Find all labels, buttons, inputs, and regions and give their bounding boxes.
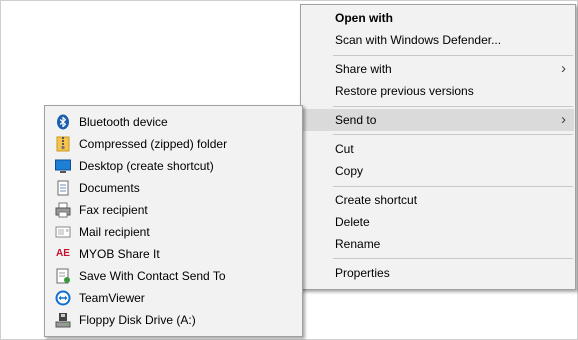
submenu-item-label: MYOB Share It	[79, 247, 160, 261]
menu-item-label: Restore previous versions	[335, 84, 474, 98]
send-to-floppy[interactable]: Floppy Disk Drive (A:)	[46, 309, 301, 331]
menu-separator	[333, 55, 573, 56]
menu-item-label: Copy	[335, 164, 364, 178]
menu-item-label: Share with	[335, 62, 392, 76]
menu-item-share-with[interactable]: Share with ›	[302, 58, 574, 80]
send-to-fax[interactable]: Fax recipient	[46, 199, 301, 221]
menu-item-restore-versions[interactable]: Restore previous versions	[302, 80, 574, 102]
submenu-item-label: Documents	[79, 181, 140, 195]
submenu-item-label: Mail recipient	[79, 225, 150, 239]
submenu-item-label: Bluetooth device	[79, 115, 168, 129]
menu-item-label: Send to	[335, 113, 377, 127]
send-to-bluetooth[interactable]: Bluetooth device	[46, 111, 301, 133]
menu-item-create-shortcut[interactable]: Create shortcut	[302, 189, 574, 211]
send-to-desktop[interactable]: Desktop (create shortcut)	[46, 155, 301, 177]
send-to-submenu: Bluetooth device Compressed (zipped) fol…	[44, 105, 303, 337]
submenu-item-label: Floppy Disk Drive (A:)	[79, 313, 196, 327]
menu-item-delete[interactable]: Delete	[302, 211, 574, 233]
context-menu: Open with Scan with Windows Defender... …	[300, 4, 576, 290]
mail-icon	[55, 226, 71, 238]
menu-item-properties[interactable]: Properties	[302, 262, 574, 284]
menu-item-label: Open with	[335, 11, 393, 25]
menu-separator	[333, 258, 573, 259]
teamviewer-icon	[55, 290, 71, 306]
floppy-drive-icon	[55, 313, 71, 328]
send-to-contact[interactable]: Save With Contact Send To	[46, 265, 301, 287]
menu-item-rename[interactable]: Rename	[302, 233, 574, 255]
bluetooth-icon	[57, 114, 69, 130]
chevron-right-icon: ›	[561, 111, 566, 128]
menu-separator	[333, 186, 573, 187]
send-to-myob[interactable]: AE MYOB Share It	[46, 243, 301, 265]
zip-folder-icon	[56, 136, 70, 152]
documents-icon	[57, 180, 69, 196]
contact-send-icon	[56, 268, 70, 284]
menu-item-label: Cut	[335, 142, 354, 156]
send-to-documents[interactable]: Documents	[46, 177, 301, 199]
myob-icon: AE	[56, 248, 70, 259]
send-to-teamviewer[interactable]: TeamViewer	[46, 287, 301, 309]
menu-item-label: Properties	[335, 266, 390, 280]
menu-item-label: Create shortcut	[335, 193, 418, 207]
submenu-item-label: TeamViewer	[79, 291, 145, 305]
menu-item-label: Rename	[335, 237, 381, 251]
menu-item-send-to[interactable]: Send to ›	[302, 109, 574, 131]
desktop-icon	[55, 159, 71, 173]
send-to-zip-folder[interactable]: Compressed (zipped) folder	[46, 133, 301, 155]
menu-separator	[333, 134, 573, 135]
submenu-item-label: Fax recipient	[79, 203, 148, 217]
menu-item-copy[interactable]: Copy	[302, 160, 574, 182]
menu-item-open-with[interactable]: Open with	[302, 7, 574, 29]
menu-item-label: Delete	[335, 215, 370, 229]
menu-item-scan-defender[interactable]: Scan with Windows Defender...	[302, 29, 574, 51]
submenu-item-label: Save With Contact Send To	[79, 269, 226, 283]
submenu-item-label: Desktop (create shortcut)	[79, 159, 214, 173]
menu-item-cut[interactable]: Cut	[302, 138, 574, 160]
chevron-right-icon: ›	[561, 60, 566, 77]
fax-icon	[55, 202, 71, 218]
menu-item-label: Scan with Windows Defender...	[335, 33, 502, 47]
menu-separator	[333, 106, 573, 107]
send-to-mail[interactable]: Mail recipient	[46, 221, 301, 243]
submenu-item-label: Compressed (zipped) folder	[79, 137, 228, 151]
